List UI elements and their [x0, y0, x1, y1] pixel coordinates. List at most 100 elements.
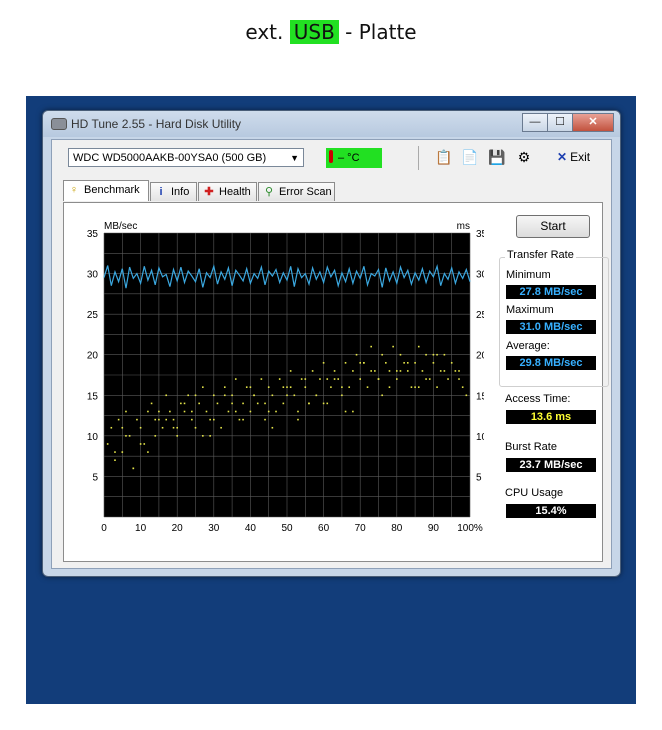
- access-time-point: [428, 378, 431, 380]
- access-time-point: [249, 386, 252, 388]
- access-time-point: [194, 394, 197, 397]
- thermometer-icon: [329, 150, 333, 163]
- access-time-point: [169, 410, 171, 413]
- access-time-point: [256, 402, 259, 405]
- start-button[interactable]: Start: [516, 215, 590, 238]
- access-time-point: [322, 362, 325, 364]
- x-tick-label: 20: [172, 523, 184, 534]
- access-time-point: [231, 394, 233, 397]
- maximize-button[interactable]: ☐: [547, 113, 573, 132]
- title-bar[interactable]: HD Tune 2.55 - Hard Disk Utility — ☐ ✕: [43, 111, 620, 137]
- access-time-point: [136, 418, 138, 421]
- access-time-point: [348, 386, 351, 388]
- average-value: 29.8 MB/sec: [506, 356, 596, 370]
- access-time-point: [341, 386, 343, 388]
- access-time-point: [322, 402, 325, 405]
- access-time-point: [326, 402, 329, 405]
- access-time-point: [282, 386, 285, 388]
- access-time-point: [399, 370, 402, 372]
- access-time-point: [147, 410, 149, 413]
- health-cross-icon: ✚: [204, 186, 214, 198]
- tab-benchmark[interactable]: ♀ Benchmark: [63, 180, 149, 201]
- access-time-point: [202, 386, 204, 388]
- access-time-point: [121, 451, 124, 453]
- access-time-point: [458, 370, 460, 372]
- access-time-point: [432, 353, 435, 356]
- access-time-point: [176, 435, 178, 437]
- access-time-point: [264, 418, 266, 421]
- drive-select[interactable]: WDC WD5000AAKB-00YSA0 (500 GB) ▼: [68, 148, 304, 167]
- access-time-point: [209, 418, 211, 421]
- access-time-point: [110, 426, 113, 429]
- access-time-point: [414, 386, 416, 388]
- access-time-point: [183, 402, 186, 405]
- access-time-point: [439, 370, 442, 372]
- close-button[interactable]: ✕: [572, 113, 614, 132]
- access-time-point: [377, 378, 380, 380]
- access-time-point: [267, 386, 270, 388]
- x-tick-label: 10: [135, 523, 147, 534]
- access-time-point: [388, 370, 391, 372]
- copy-info-icon[interactable]: 📄: [461, 148, 479, 166]
- tab-info[interactable]: i Info: [150, 182, 197, 201]
- copy-icon[interactable]: 📋: [435, 148, 453, 166]
- access-time-point: [275, 410, 277, 413]
- access-time-point: [267, 410, 270, 413]
- hdd-app-icon: [51, 118, 67, 130]
- hdtune-window: HD Tune 2.55 - Hard Disk Utility — ☐ ✕ W…: [42, 110, 621, 577]
- access-time-point: [458, 378, 460, 380]
- access-time-point: [337, 378, 340, 380]
- y-tick-left: 35: [87, 229, 99, 240]
- y-tick-right: 20: [476, 351, 484, 362]
- access-time-point: [260, 378, 263, 380]
- access-time-point: [198, 402, 200, 405]
- exit-button[interactable]: ✕ Exit: [557, 148, 590, 166]
- access-time-point: [385, 362, 387, 364]
- access-time-label: Access Time:: [505, 393, 571, 405]
- access-time-point: [436, 386, 438, 388]
- caption-prefix: ext.: [245, 20, 284, 44]
- access-time-point: [147, 451, 149, 453]
- access-time-point: [396, 378, 398, 380]
- caption-suffix: - Platte: [345, 20, 417, 44]
- access-time-point: [330, 386, 332, 388]
- x-tick-label: 50: [281, 523, 293, 534]
- access-time-point: [205, 410, 208, 413]
- client-area: WDC WD5000AAKB-00YSA0 (500 GB) ▼ – °C 📋 …: [51, 139, 612, 569]
- y-tick-left: 30: [87, 270, 99, 281]
- tab-error-scan[interactable]: ⚲ Error Scan: [258, 182, 335, 201]
- y-tick-left: 20: [87, 351, 99, 362]
- access-time-point: [282, 402, 285, 405]
- access-time-point: [297, 418, 299, 421]
- access-time-point: [396, 370, 398, 372]
- access-time-point: [271, 426, 274, 429]
- access-time-point: [158, 418, 160, 421]
- access-time-point: [158, 410, 160, 413]
- tab-health[interactable]: ✚ Health: [198, 182, 257, 201]
- access-time-point: [326, 378, 329, 380]
- access-time-point: [183, 410, 186, 413]
- save-icon[interactable]: 💾: [488, 148, 506, 166]
- access-time-point: [234, 378, 237, 380]
- temperature-value: – °C: [338, 152, 360, 164]
- access-time-point: [293, 394, 296, 397]
- access-time-point: [344, 362, 347, 364]
- minimize-button[interactable]: —: [522, 113, 548, 132]
- access-time-point: [366, 386, 369, 388]
- access-time-point: [403, 362, 405, 364]
- close-x-icon: ✕: [557, 150, 568, 164]
- access-time-point: [392, 345, 394, 348]
- options-icon[interactable]: ⚙: [515, 148, 533, 166]
- access-time-point: [242, 402, 244, 405]
- access-time-point: [333, 378, 336, 380]
- toolbar-separator: [418, 146, 419, 170]
- access-time-point: [355, 353, 358, 356]
- average-label: Average:: [506, 340, 550, 352]
- access-time-point: [216, 402, 219, 405]
- access-time-point: [341, 394, 343, 397]
- access-time-point: [319, 378, 321, 380]
- access-time-point: [370, 370, 372, 372]
- x-tick-label: 0: [101, 523, 107, 534]
- access-time-point: [154, 435, 157, 437]
- x-tick-label: 90: [428, 523, 440, 534]
